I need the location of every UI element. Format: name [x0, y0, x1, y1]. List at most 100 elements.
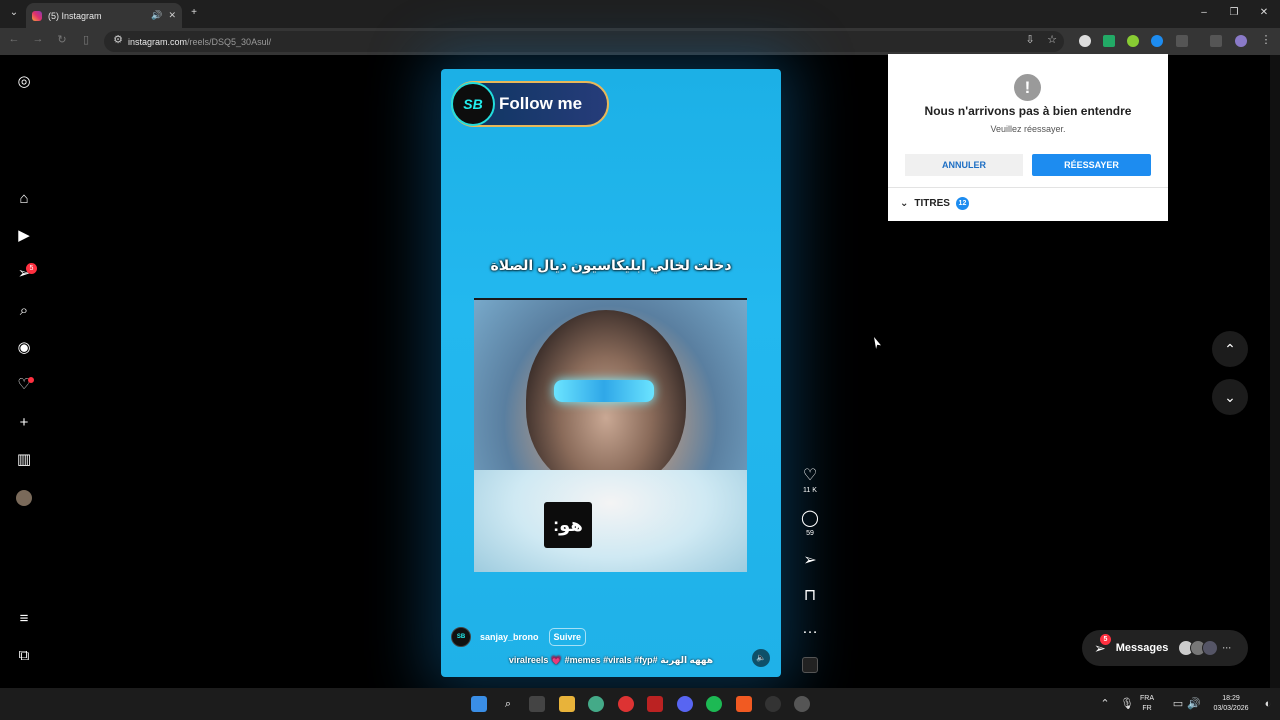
more-dots-icon: ··· — [1222, 643, 1232, 653]
author-username[interactable]: sanjay_brono — [480, 632, 539, 642]
create-plus-icon[interactable]: + — [14, 413, 34, 433]
spotify-icon[interactable] — [706, 696, 722, 712]
reel-hashtags[interactable]: viralreels 💗 #memes #virals #fyp# هههه ا… — [441, 655, 781, 666]
windows-start-icon[interactable] — [471, 696, 487, 712]
chevron-down-icon: ⌄ — [900, 198, 909, 209]
microphone-icon[interactable]: 🎙 — [1119, 696, 1135, 712]
more-menu-icon[interactable]: ≡ — [14, 609, 34, 629]
activity-dot — [28, 377, 34, 383]
settings-gear-icon[interactable] — [794, 696, 810, 712]
browser-tab[interactable]: (5) Instagram 🔊 ✕ — [26, 3, 182, 28]
brave-icon[interactable] — [736, 696, 752, 712]
sb-logo: SB — [451, 82, 495, 126]
clock[interactable]: 18:29 03/03/2026 — [1206, 694, 1256, 714]
browser-menu-icon[interactable]: ⋮ — [1258, 33, 1274, 46]
notification-center-icon[interactable]: ◐ — [1260, 696, 1276, 712]
like-heart-icon[interactable]: ♡ — [800, 467, 820, 485]
also-from-meta-icon[interactable]: ⧉ — [14, 646, 34, 666]
audio-thumbnail[interactable] — [800, 657, 820, 673]
retry-button[interactable]: RÉESSAYER — [1032, 154, 1151, 176]
extension-2-icon[interactable] — [1103, 35, 1115, 47]
cancel-button[interactable]: ANNULER — [905, 154, 1023, 176]
clock-time: 18:29 — [1222, 695, 1240, 702]
language-indicator[interactable]: FRA FR — [1140, 694, 1154, 714]
notifications-badge: 5 — [26, 263, 37, 274]
instagram-logo-icon[interactable]: ◎ — [14, 72, 34, 92]
reload-icon[interactable]: ↻ — [54, 33, 70, 46]
task-view-icon[interactable] — [529, 696, 545, 712]
browser-tab-bar: ⌄ (5) Instagram 🔊 ✕ + – ❐ ✕ — [0, 0, 1280, 28]
messages-button[interactable]: ➢ 5 Messages ··· — [1082, 630, 1248, 666]
obs-icon[interactable] — [765, 696, 781, 712]
discord-icon[interactable] — [677, 696, 693, 712]
install-app-icon[interactable]: ⇩ — [1022, 33, 1038, 46]
audio-icon[interactable] — [802, 657, 818, 673]
close-window-icon[interactable]: ✕ — [1256, 7, 1272, 18]
follow-me-text: Follow me — [499, 94, 583, 113]
explore-icon[interactable]: ◉ — [14, 338, 34, 358]
back-icon[interactable]: ← — [6, 33, 22, 45]
bookmark-star-icon[interactable]: ☆ — [1044, 33, 1060, 46]
taskbar-app-icon[interactable] — [618, 696, 634, 712]
message-avatars — [1178, 640, 1219, 656]
home-icon[interactable]: ⌂ — [14, 189, 34, 209]
reading-list-icon[interactable] — [1210, 35, 1222, 47]
bookmark-icon[interactable]: ⊓ — [800, 587, 820, 605]
person-shirt — [474, 470, 747, 572]
save-action[interactable]: ⊓ — [800, 587, 820, 605]
minimize-icon[interactable]: – — [1196, 7, 1212, 18]
reels-icon[interactable]: ▶ — [14, 226, 34, 246]
acrobat-icon[interactable] — [647, 696, 663, 712]
url-path: /reels/DSQ5_30Asul/ — [187, 36, 272, 47]
comment-action[interactable]: ◯ 59 — [800, 510, 820, 537]
extension-4-icon[interactable] — [1151, 35, 1163, 47]
mouse-cursor — [874, 337, 881, 349]
page-scrollbar[interactable] — [1270, 55, 1280, 688]
maximize-icon[interactable]: ❐ — [1226, 7, 1242, 18]
comment-icon[interactable]: ◯ — [800, 510, 820, 528]
tab-title: (5) Instagram — [48, 10, 102, 21]
forward-icon[interactable]: → — [30, 33, 46, 45]
close-tab-icon[interactable]: ✕ — [168, 10, 176, 21]
next-reel-button[interactable]: ⌄ — [1212, 379, 1248, 415]
titles-count-badge: 12 — [955, 197, 969, 210]
tab-list-icon[interactable]: ⌄ — [6, 7, 22, 18]
previous-reel-button[interactable]: ⌃ — [1212, 331, 1248, 367]
like-action[interactable]: ♡ 11 K — [800, 467, 820, 494]
share-icon[interactable]: ➢ — [800, 552, 820, 570]
url-bar[interactable]: instagram.com/reels/DSQ5_30Asul/ — [104, 31, 1064, 52]
titles-toggle[interactable]: ⌄ TITRES 12 — [900, 197, 969, 210]
site-info-icon[interactable]: ⚙ — [110, 33, 126, 46]
new-tab-icon[interactable]: + — [186, 7, 202, 18]
author-avatar[interactable]: SB — [451, 627, 471, 647]
popup-divider — [888, 187, 1168, 188]
instagram-favicon-icon — [32, 10, 42, 21]
sidebar-toggle-icon[interactable]: ▯ — [78, 33, 94, 46]
extension-1-icon[interactable] — [1079, 35, 1091, 47]
titles-label: TITRES — [914, 198, 950, 209]
chrome-icon[interactable] — [588, 696, 604, 712]
file-explorer-icon[interactable] — [559, 696, 575, 712]
more-dots-icon[interactable]: … — [800, 620, 820, 638]
speaker-icon[interactable]: 🔊 — [151, 10, 162, 21]
tray-chevron-up-icon[interactable]: ⌃ — [1097, 696, 1113, 712]
extensions-puzzle-icon[interactable] — [1176, 35, 1188, 47]
follow-button[interactable]: Suivre — [548, 628, 587, 646]
taskbar-search-icon[interactable]: ⌕ — [500, 696, 516, 712]
popup-subtitle: Veuillez réessayer. — [990, 124, 1066, 134]
reel-video[interactable]: SB Follow me دخلت لخالي ابليكاسيون ديال … — [441, 69, 781, 677]
share-action[interactable]: ➢ — [800, 552, 820, 570]
dashboard-icon[interactable]: ▥ — [14, 450, 34, 470]
mute-icon[interactable]: 🔈 — [752, 649, 770, 667]
more-options[interactable]: … — [800, 620, 820, 638]
glasses — [554, 380, 654, 402]
extension-3-icon[interactable] — [1127, 35, 1139, 47]
profile-avatar[interactable] — [14, 488, 34, 508]
search-icon[interactable]: ⌕ — [14, 301, 34, 321]
volume-icon[interactable]: 🔊 — [1186, 696, 1202, 712]
profile-avatar-icon[interactable] — [1235, 35, 1247, 47]
url-domain: instagram.com — [128, 36, 188, 47]
reel-author: SB sanjay_brono Suivre — [451, 627, 587, 647]
windows-taskbar — [0, 688, 1280, 720]
network-icon[interactable]: ▭ — [1170, 696, 1186, 712]
